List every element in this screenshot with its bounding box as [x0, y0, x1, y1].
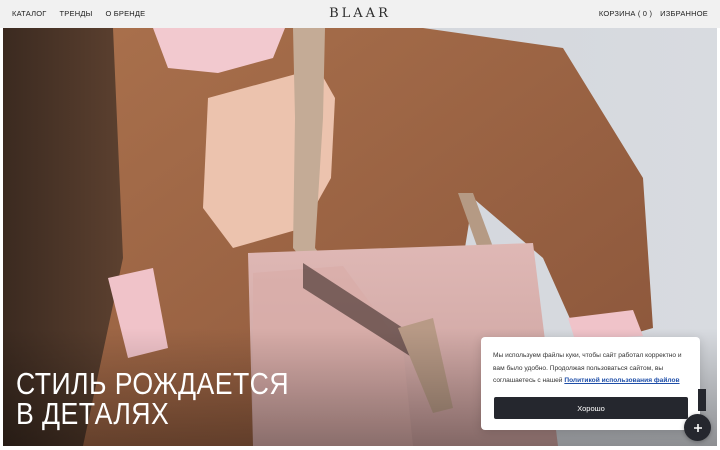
user-nav: КОРЗИНА ( 0 ) ИЗБРАННОЕ	[599, 9, 708, 18]
cookie-policy-link[interactable]: Политикой использования файлов	[564, 377, 679, 384]
top-header: КАТАЛОГ ТРЕНДЫ О БРЕНДЕ BLAAR КОРЗИНА ( …	[0, 0, 720, 28]
side-tab[interactable]	[698, 389, 706, 411]
hero-title-line2: В ДЕТАЛЯХ	[16, 396, 170, 431]
hero-title-line1: СТИЛЬ РОЖДАЕТСЯ	[16, 366, 290, 401]
hero-title: СТИЛЬ РОЖДАЕТСЯ В ДЕТАЛЯХ	[16, 366, 291, 431]
cart-link[interactable]: КОРЗИНА ( 0 )	[599, 9, 652, 18]
cookie-accept-button[interactable]: Хорошо	[494, 397, 688, 419]
cookie-text: Мы используем файлы куки, чтобы сайт раб…	[493, 350, 693, 388]
fab-button[interactable]	[684, 414, 711, 441]
plus-icon	[693, 423, 702, 432]
favorites-link[interactable]: ИЗБРАННОЕ	[660, 9, 708, 18]
cookie-banner: Мы используем файлы куки, чтобы сайт раб…	[481, 337, 700, 430]
